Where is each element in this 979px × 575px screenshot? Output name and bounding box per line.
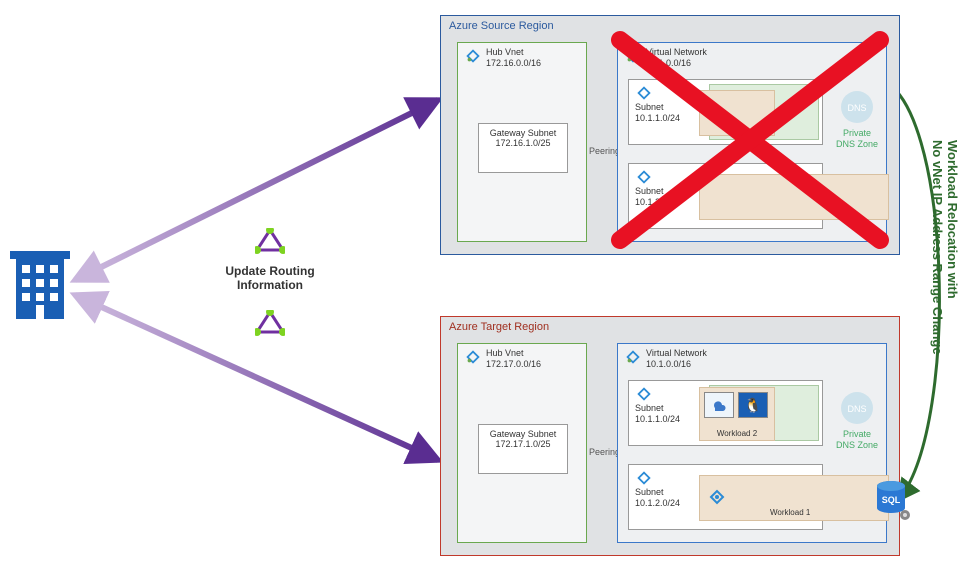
source-gateway-subnet: Gateway Subnet 172.16.1.0/25 — [478, 123, 568, 173]
cloud-vm-icon — [704, 392, 734, 418]
sql-db-icon: SQL — [874, 480, 908, 520]
source-vnet-label: Virtual Network 10.1.0.0/16 — [646, 47, 707, 69]
target-dns-zone: DNS Private DNS Zone — [836, 390, 878, 450]
source-workload1-badge — [699, 174, 889, 220]
subnet-icon — [635, 84, 653, 102]
target-subnet2-label: Subnet 10.1.2.0/24 — [635, 487, 680, 509]
vnet-icon — [464, 348, 482, 366]
target-subnet1-label: Subnet 10.1.1.0/24 — [635, 403, 680, 425]
routing-label: Update Routing Information — [210, 264, 330, 292]
target-region-title: Azure Target Region — [449, 321, 549, 333]
endpoint-icon — [706, 486, 728, 508]
target-subnet-2: Subnet 10.1.2.0/24 Workload 1 — [628, 464, 823, 530]
dns-icon: DNS — [839, 390, 875, 426]
vnet-icon — [624, 348, 642, 366]
source-hub-vnet: Hub Vnet 172.16.0.0/16 Gateway Subnet 17… — [457, 42, 587, 242]
target-region: Azure Target Region Hub Vnet 172.17.0.0/… — [440, 316, 900, 556]
target-gateway-subnet: Gateway Subnet 172.17.1.0/25 — [478, 424, 568, 474]
relocation-label: Workload Relocation with No vNet IP Addr… — [930, 140, 960, 440]
vnet-icon — [624, 47, 642, 65]
subnet-icon — [635, 385, 653, 403]
workload1-label: Workload 1 — [770, 508, 810, 517]
target-subnet-1: Subnet 10.1.1.0/24 🐧 Workload 2 — [628, 380, 823, 446]
source-region-title: Azure Source Region — [449, 20, 554, 32]
building-icon — [10, 245, 70, 325]
vnet-icon — [464, 47, 482, 65]
target-peering-label: Peering — [589, 447, 620, 457]
dns-icon: DNS — [839, 89, 875, 125]
linux-vm-icon: 🐧 — [738, 392, 768, 418]
svg-text:SQL: SQL — [882, 495, 901, 505]
source-subnet-1: Subnet 10.1.1.0/24 — [628, 79, 823, 145]
source-subnet-2: Subnet 10.1.2.0/24 — [628, 163, 823, 229]
svg-text:DNS: DNS — [847, 103, 866, 113]
target-workload1-badge: Workload 1 — [699, 475, 889, 521]
gear-icon — [898, 508, 912, 522]
source-hub-label: Hub Vnet 172.16.0.0/16 — [486, 47, 541, 69]
source-workload2-badge — [699, 90, 775, 136]
target-vnet-label: Virtual Network 10.1.0.0/16 — [646, 348, 707, 370]
source-region: Azure Source Region Hub Vnet 172.16.0.0/… — [440, 15, 900, 255]
svg-text:DNS: DNS — [847, 404, 866, 414]
source-subnet2-label: Subnet 10.1.2.0/24 — [635, 186, 680, 208]
target-hub-vnet: Hub Vnet 172.17.0.0/16 Gateway Subnet 17… — [457, 343, 587, 543]
source-peering-label: Peering — [589, 146, 620, 156]
subnet-icon — [635, 469, 653, 487]
target-workload2-badge: 🐧 Workload 2 — [699, 387, 775, 441]
workload2-label: Workload 2 — [700, 429, 774, 438]
subnet-icon — [635, 168, 653, 186]
source-subnet1-label: Subnet 10.1.1.0/24 — [635, 102, 680, 124]
target-vnet: Virtual Network 10.1.0.0/16 DNS Private … — [617, 343, 887, 543]
routing-icon-bottom — [255, 310, 285, 336]
target-hub-label: Hub Vnet 172.17.0.0/16 — [486, 348, 541, 370]
source-vnet: Virtual Network 10.1.0.0/16 DNS Private … — [617, 42, 887, 242]
source-dns-zone: DNS Private DNS Zone — [836, 89, 878, 149]
routing-icon-top — [255, 228, 285, 254]
